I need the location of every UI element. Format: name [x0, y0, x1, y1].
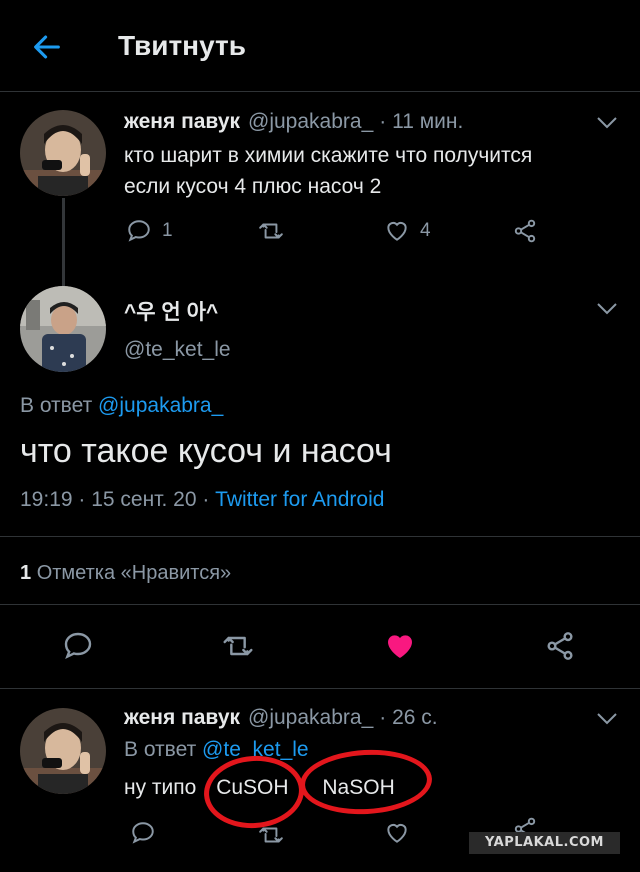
- heart-filled-icon[interactable]: [384, 630, 416, 662]
- tweet-text-prefix: ну типо: [124, 776, 197, 799]
- timestamp: 19:19 · 15 сент. 20 ·: [20, 488, 210, 511]
- tweet-text: что такое кусоч и насоч: [20, 432, 392, 470]
- like-count: 4: [420, 220, 431, 241]
- retweet-icon[interactable]: [222, 630, 254, 662]
- chevron-down-icon[interactable]: [596, 712, 618, 726]
- retweet-icon: [259, 223, 283, 239]
- reply-icon: [128, 220, 150, 242]
- watermark: YAPLAKAL.COM: [469, 832, 620, 854]
- reply-to-handle[interactable]: @jupakabra_: [98, 394, 223, 417]
- likes-summary[interactable]: 1 Отметка «Нравится»: [20, 562, 231, 585]
- author-name[interactable]: женя павук: [124, 110, 240, 134]
- page-title: Твитнуть: [118, 30, 246, 61]
- likes-summary-count: 1: [20, 562, 32, 584]
- avatar[interactable]: [20, 110, 106, 196]
- tweet-header: женя павук @jupakabra_ · 11 мин.: [124, 110, 463, 134]
- top-bar: Твитнуть: [0, 0, 640, 92]
- share-action[interactable]: [512, 218, 538, 244]
- author-name[interactable]: ^우 언 아^: [124, 296, 218, 326]
- reply-action[interactable]: 1: [126, 218, 173, 244]
- divider: [0, 604, 640, 605]
- divider: [0, 536, 640, 537]
- reply-context: В ответ @te_ket_le: [124, 738, 309, 762]
- avatar[interactable]: [20, 708, 106, 794]
- author-handle[interactable]: @te_ket_le: [124, 338, 231, 362]
- tweet-timestamp: 19:19 · 15 сент. 20 · Twitter for Androi…: [20, 488, 384, 512]
- share-icon[interactable]: [544, 630, 576, 662]
- reply-context: В ответ @jupakabra_: [20, 394, 223, 418]
- thread-line: [62, 198, 65, 286]
- author-handle[interactable]: @jupakabra_: [248, 110, 373, 134]
- like-action[interactable]: 4: [384, 218, 431, 244]
- retweet-icon[interactable]: [258, 822, 284, 848]
- client-link[interactable]: Twitter for Android: [215, 488, 384, 511]
- divider: [0, 688, 640, 689]
- red-annotation-circle: [201, 752, 307, 832]
- heart-outline-icon: [387, 221, 407, 241]
- tweet-text: кто шарит в химии скажите что получится …: [124, 140, 532, 202]
- tweet-text-line: кто шарит в химии скажите что получится: [124, 144, 533, 167]
- back-arrow-icon[interactable]: [30, 30, 64, 64]
- retweet-action[interactable]: [258, 218, 284, 244]
- reply-count: 1: [162, 220, 173, 241]
- timestamp[interactable]: · 11 мин.: [379, 110, 463, 134]
- heart-outline-icon[interactable]: [384, 820, 410, 846]
- likes-summary-label: Отметка «Нравится»: [36, 562, 232, 584]
- author-handle[interactable]: @jupakabra_: [248, 706, 373, 730]
- reply-prefix: В ответ: [20, 394, 93, 417]
- reply-icon[interactable]: [62, 630, 94, 662]
- tweet-text-line: если кусоч 4 плюс насоч 2: [124, 175, 382, 198]
- chevron-down-icon[interactable]: [596, 302, 618, 316]
- red-annotation-circle: [298, 746, 434, 818]
- tweet-header: женя павук @jupakabra_ · 26 с.: [124, 706, 438, 730]
- reply-prefix: В ответ: [124, 738, 197, 761]
- timestamp[interactable]: · 26 с.: [379, 706, 437, 730]
- avatar[interactable]: [20, 286, 106, 372]
- share-icon: [514, 219, 536, 243]
- chevron-down-icon[interactable]: [596, 116, 618, 130]
- author-name[interactable]: женя павук: [124, 706, 240, 730]
- reply-icon[interactable]: [130, 820, 156, 846]
